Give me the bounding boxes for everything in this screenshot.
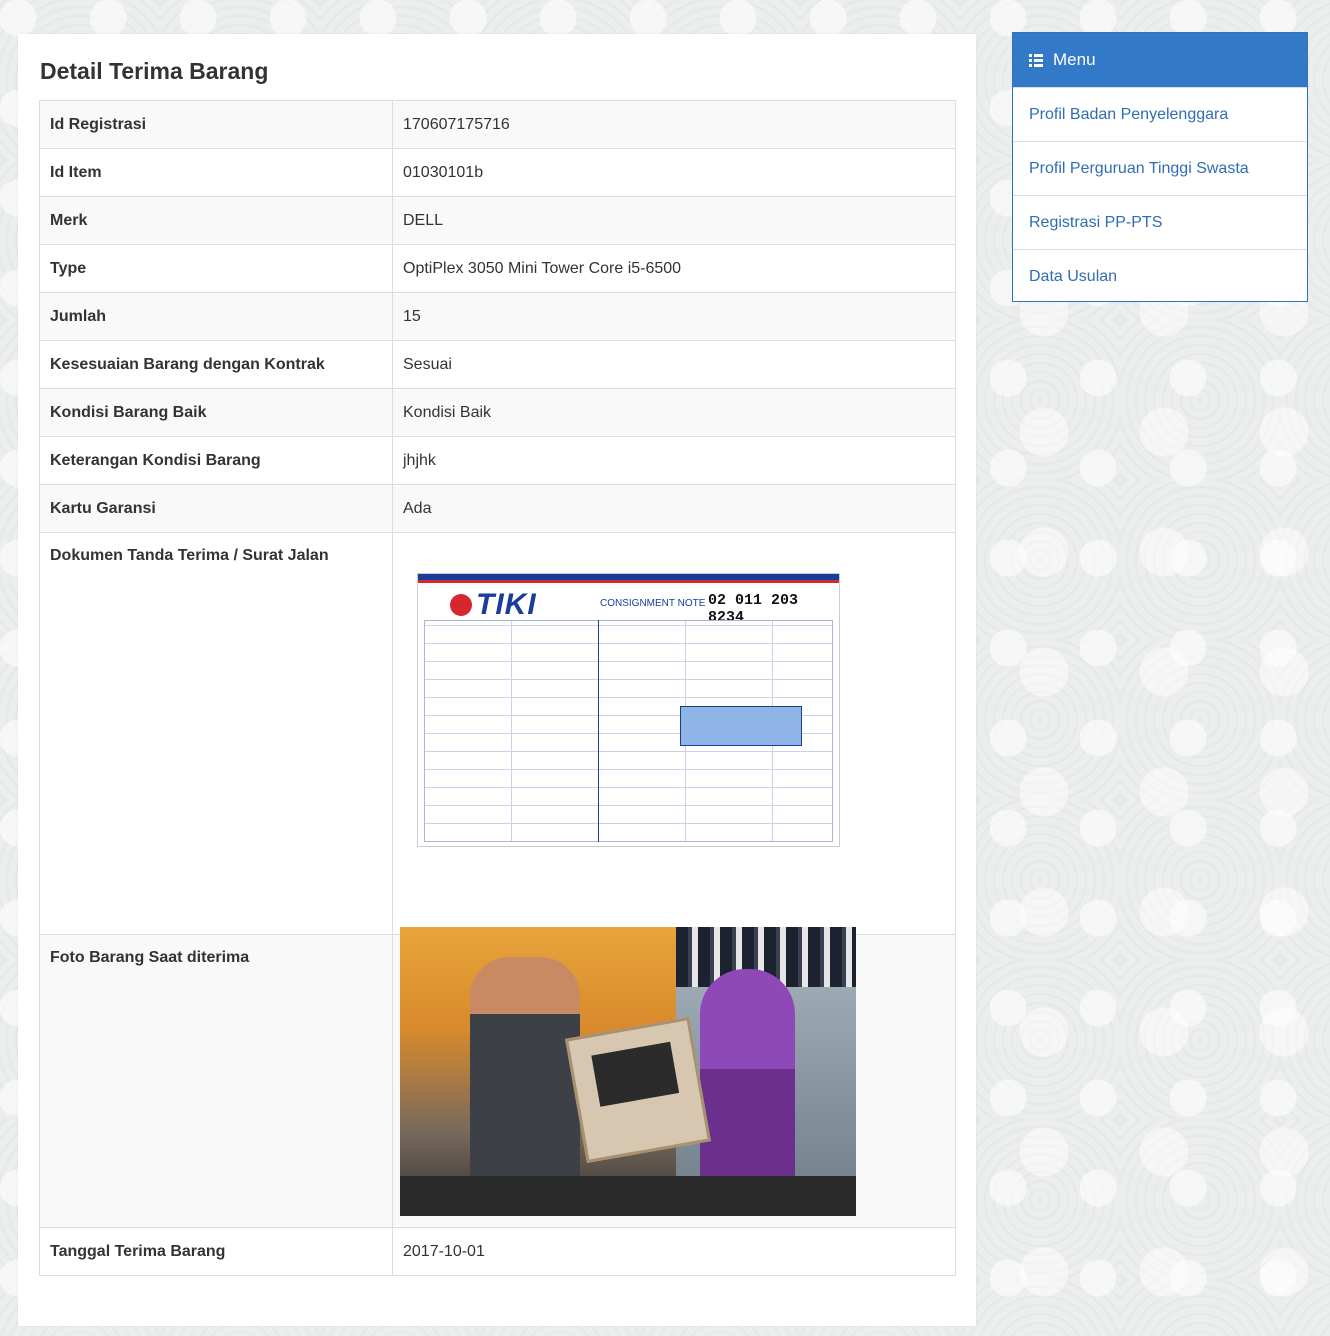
photo-monitor-screen [591, 1041, 680, 1107]
detail-panel: Detail Terima Barang Id Registrasi 17060… [18, 34, 976, 1326]
table-row: Tanggal Terima Barang 2017-10-01 [39, 1227, 956, 1276]
menu-item-data-usulan[interactable]: Data Usulan [1013, 249, 1307, 303]
row-label: Jumlah [39, 292, 393, 341]
photo-cell [392, 927, 956, 1228]
table-row: Type OptiPlex 3050 Mini Tower Core i5-65… [39, 244, 956, 293]
document-highlight-box [680, 706, 802, 746]
menu-header: Menu [1013, 33, 1307, 87]
row-label: Kesesuaian Barang dengan Kontrak [39, 340, 393, 389]
row-label: Kondisi Barang Baik [39, 388, 393, 437]
row-value: 15 [392, 292, 956, 341]
row-value: Ada [392, 484, 956, 533]
table-row: Kartu Garansi Ada [39, 484, 956, 533]
table-row: Keterangan Kondisi Barang jhjhk [39, 436, 956, 485]
photo-desk [400, 1176, 856, 1216]
list-icon [1029, 53, 1043, 67]
table-row: Id Item 01030101b [39, 148, 956, 197]
row-value: DELL [392, 196, 956, 245]
table-row: Merk DELL [39, 196, 956, 245]
row-label: Id Item [39, 148, 393, 197]
row-value: 2017-10-01 [392, 1227, 956, 1276]
row-value: Kondisi Baik [392, 388, 956, 437]
side-menu: Menu Profil Badan Penyelenggara Profil P… [1012, 32, 1308, 302]
table-row: Kondisi Barang Baik Kondisi Baik [39, 388, 956, 437]
row-label: Tanggal Terima Barang [39, 1227, 393, 1276]
menu-item-profil-badan-penyelenggara[interactable]: Profil Badan Penyelenggara [1013, 87, 1307, 141]
row-label: Foto Barang Saat diterima [39, 934, 393, 1228]
row-label: Kartu Garansi [39, 484, 393, 533]
consignment-note-label: CONSIGNMENT NOTE [600, 598, 706, 609]
row-value: OptiPlex 3050 Mini Tower Core i5-6500 [392, 244, 956, 293]
menu-item-profil-perguruan-tinggi-swasta[interactable]: Profil Perguruan Tinggi Swasta [1013, 141, 1307, 195]
document-divider [598, 620, 599, 842]
tiki-logo-icon [450, 594, 472, 616]
row-value: jhjhk [392, 436, 956, 485]
table-row: Dokumen Tanda Terima / Surat Jalan TIKI … [39, 532, 956, 935]
detail-table: Id Registrasi 170607175716 Id Item 01030… [39, 100, 956, 1276]
document-top-band [418, 574, 839, 583]
row-label: Id Registrasi [39, 100, 393, 149]
document-cell: TIKI CONSIGNMENT NOTE 02 011 203 8234 [392, 532, 956, 935]
tiki-logo: TIKI [476, 588, 537, 621]
row-value: Sesuai [392, 340, 956, 389]
menu-title: Menu [1053, 50, 1096, 69]
row-value: 01030101b [392, 148, 956, 197]
row-label: Keterangan Kondisi Barang [39, 436, 393, 485]
photo-monitor-box [565, 1017, 711, 1163]
table-row: Kesesuaian Barang dengan Kontrak Sesuai [39, 340, 956, 389]
menu-item-registrasi-pp-pts[interactable]: Registrasi PP-PTS [1013, 195, 1307, 249]
table-row: Id Registrasi 170607175716 [39, 100, 956, 149]
row-value: 170607175716 [392, 100, 956, 149]
row-label: Merk [39, 196, 393, 245]
delivery-document-image[interactable]: TIKI CONSIGNMENT NOTE 02 011 203 8234 [417, 573, 840, 847]
table-row: Foto Barang Saat diterima [39, 927, 956, 1228]
table-row: Jumlah 15 [39, 292, 956, 341]
row-label: Dokumen Tanda Terima / Surat Jalan [39, 532, 393, 935]
row-label: Type [39, 244, 393, 293]
received-goods-photo[interactable] [400, 927, 856, 1216]
page-title: Detail Terima Barang [40, 58, 269, 84]
